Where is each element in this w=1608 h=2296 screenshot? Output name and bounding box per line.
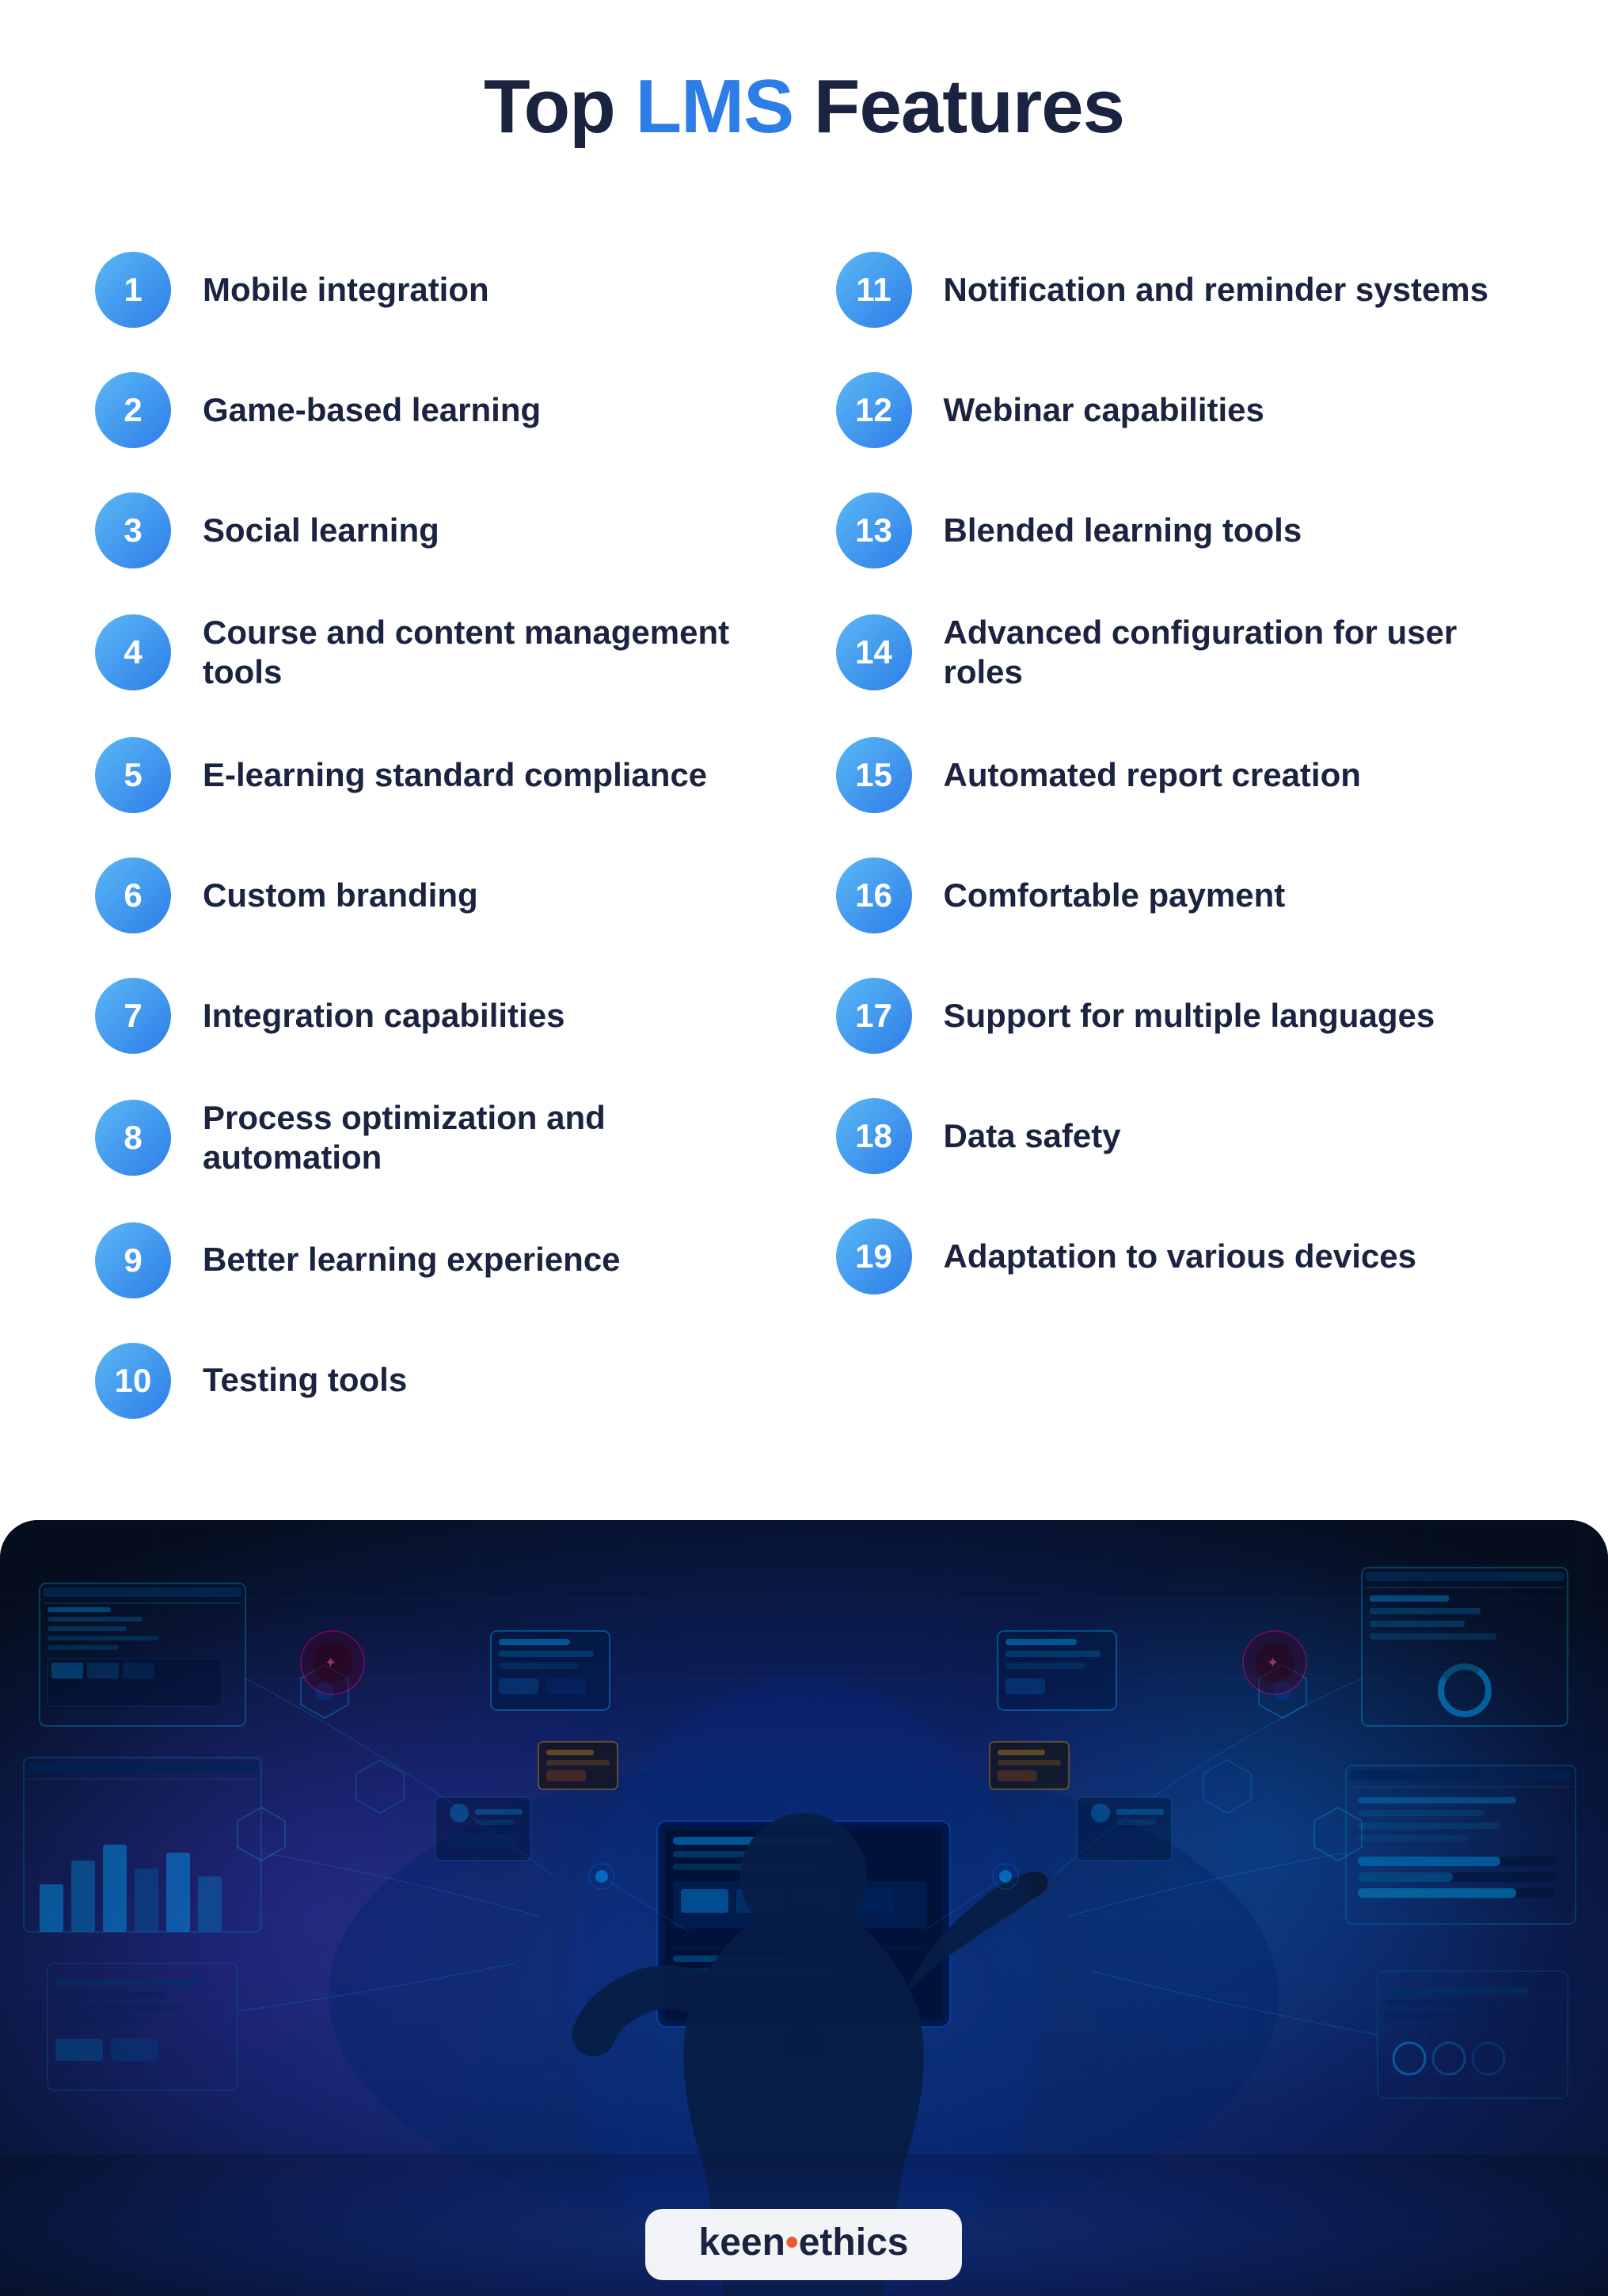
feature-badge: 1 (95, 252, 171, 328)
feature-label: Mobile integration (203, 270, 489, 310)
feature-badge: 4 (95, 614, 171, 690)
feature-label: Notification and reminder systems (944, 270, 1489, 310)
feature-item: 11 Notification and reminder systems (836, 230, 1514, 350)
feature-label: Data safety (944, 1116, 1121, 1156)
feature-label: Adaptation to various devices (944, 1237, 1416, 1276)
feature-item: 8 Process optimization and automation (95, 1076, 773, 1200)
feature-item: 14 Advanced configuration for user roles (836, 591, 1514, 715)
feature-badge: 9 (95, 1222, 171, 1298)
feature-item: 4 Course and content management tools (95, 591, 773, 715)
feature-label: Automated report creation (944, 755, 1361, 795)
feature-item: 18 Data safety (836, 1076, 1514, 1196)
feature-label: Better learning experience (203, 1240, 621, 1279)
page-title: Top LMS Features (32, 63, 1576, 150)
feature-badge: 2 (95, 372, 171, 448)
feature-label: Course and content management tools (203, 613, 773, 693)
feature-badge: 16 (836, 857, 912, 933)
title-pre: Top (484, 64, 635, 149)
features-grid: 1 Mobile integration 2 Game-based learni… (95, 230, 1513, 1441)
feature-badge: 10 (95, 1343, 171, 1419)
feature-item: 16 Comfortable payment (836, 835, 1514, 956)
right-column: 11 Notification and reminder systems 12 … (836, 230, 1514, 1441)
feature-item: 3 Social learning (95, 470, 773, 591)
feature-label: Blended learning tools (944, 511, 1302, 550)
feature-label: Support for multiple languages (944, 996, 1435, 1036)
feature-label: Social learning (203, 511, 439, 550)
svg-text:✦: ✦ (325, 1655, 336, 1671)
feature-item: 2 Game-based learning (95, 350, 773, 470)
feature-item: 1 Mobile integration (95, 230, 773, 350)
feature-label: Custom branding (203, 876, 478, 915)
feature-label: Testing tools (203, 1360, 407, 1400)
feature-label: Comfortable payment (944, 876, 1286, 915)
feature-badge: 18 (836, 1098, 912, 1174)
feature-item: 6 Custom branding (95, 835, 773, 956)
feature-badge: 14 (836, 614, 912, 690)
feature-item: 12 Webinar capabilities (836, 350, 1514, 470)
feature-label: Process optimization and automation (203, 1098, 773, 1178)
feature-badge: 7 (95, 978, 171, 1054)
feature-badge: 15 (836, 737, 912, 813)
feature-item: 13 Blended learning tools (836, 470, 1514, 591)
feature-item: 10 Testing tools (95, 1321, 773, 1441)
feature-badge: 13 (836, 492, 912, 568)
feature-item: 7 Integration capabilities (95, 956, 773, 1076)
header-section: Top LMS Features (0, 0, 1608, 198)
title-highlight: LMS (635, 64, 793, 149)
left-column: 1 Mobile integration 2 Game-based learni… (95, 230, 773, 1441)
feature-badge: 8 (95, 1100, 171, 1176)
feature-badge: 11 (836, 252, 912, 328)
feature-label: Advanced configuration for user roles (944, 613, 1514, 693)
feature-item: 17 Support for multiple languages (836, 956, 1514, 1076)
scene-svg: ✦ ✦ keen•ethics (0, 1520, 1608, 2296)
feature-item: 19 Adaptation to various devices (836, 1196, 1514, 1317)
feature-label: Game-based learning (203, 390, 541, 430)
feature-badge: 12 (836, 372, 912, 448)
feature-label: Integration capabilities (203, 996, 565, 1036)
image-section: ✦ ✦ keen•ethics (0, 1520, 1608, 2296)
feature-item: 15 Automated report creation (836, 715, 1514, 835)
svg-text:✦: ✦ (1267, 1655, 1279, 1671)
feature-item: 9 Better learning experience (95, 1200, 773, 1321)
feature-label: Webinar capabilities (944, 390, 1264, 430)
feature-label: E-learning standard compliance (203, 755, 707, 795)
feature-item: 5 E-learning standard compliance (95, 715, 773, 835)
brand-text: keen•ethics (699, 2222, 909, 2264)
feature-badge: 6 (95, 857, 171, 933)
feature-badge: 5 (95, 737, 171, 813)
feature-badge: 3 (95, 492, 171, 568)
features-section: 1 Mobile integration 2 Game-based learni… (0, 198, 1608, 1504)
page-wrapper: Top LMS Features 1 Mobile integration 2 … (0, 0, 1608, 2296)
title-post: Features (793, 64, 1124, 149)
feature-badge: 19 (836, 1218, 912, 1294)
feature-badge: 17 (836, 978, 912, 1054)
